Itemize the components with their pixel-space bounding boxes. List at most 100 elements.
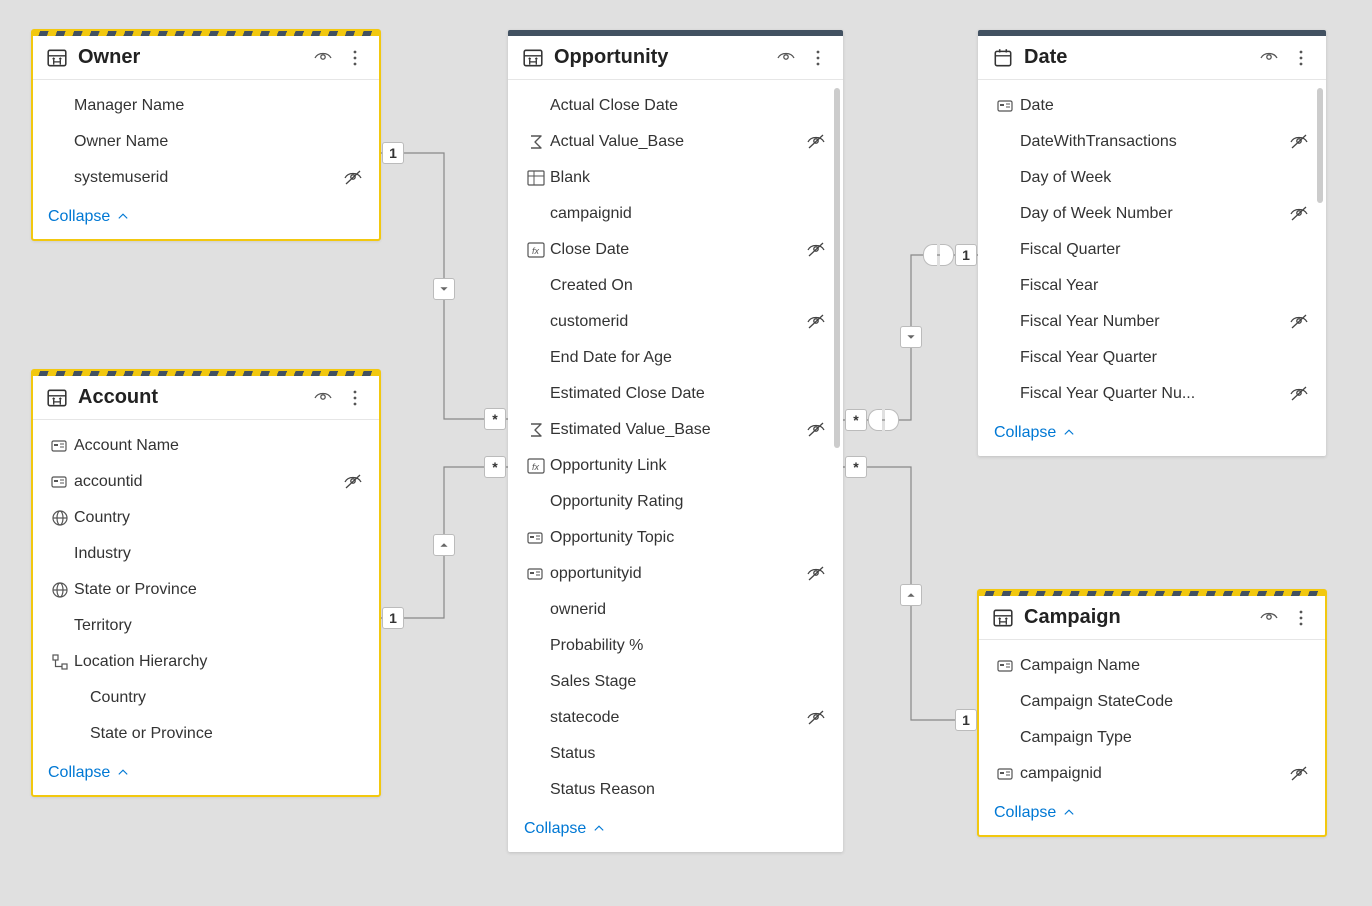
field-row[interactable]: State or Province [32, 572, 380, 608]
field-row[interactable]: systemuserid [32, 160, 380, 196]
model-canvas[interactable]: Owner Manager Name Owner Name systemuser… [0, 0, 1372, 906]
table-header[interactable]: Owner [32, 36, 380, 80]
filter-direction-down-icon[interactable] [900, 326, 922, 348]
field-row[interactable]: Fiscal Quarter [978, 232, 1326, 268]
table-title: Campaign [1024, 606, 1248, 629]
field-row[interactable]: Owner Name [32, 124, 380, 160]
field-row[interactable]: State or Province [32, 716, 380, 752]
field-row[interactable]: Country [32, 680, 380, 716]
field-row[interactable]: Location Hierarchy [32, 644, 380, 680]
visibility-icon[interactable] [312, 47, 334, 69]
filter-direction-up-icon[interactable] [900, 584, 922, 606]
cardinality-many: * [845, 409, 867, 431]
field-list: Actual Close Date Actual Value_Base Blan… [508, 80, 843, 812]
field-row[interactable]: Estimated Value_Base [508, 412, 843, 448]
field-list: Campaign Name Campaign StateCode Campaig… [978, 640, 1326, 796]
table-icon [46, 47, 68, 69]
key-icon [46, 472, 74, 492]
field-row[interactable]: Campaign Type [978, 720, 1326, 756]
table-date[interactable]: Date Date DateWithTransactions Day of We… [978, 30, 1326, 456]
table-header[interactable]: Date [978, 36, 1326, 80]
visibility-icon[interactable] [1258, 607, 1280, 629]
field-row[interactable]: Estimated Close Date [508, 376, 843, 412]
chevron-up-icon [592, 822, 606, 836]
table-header[interactable]: Campaign [978, 596, 1326, 640]
field-row[interactable]: opportunityid [508, 556, 843, 592]
field-row[interactable]: Day of Week Number [978, 196, 1326, 232]
field-row[interactable]: Territory [32, 608, 380, 644]
collapse-button[interactable]: Collapse [978, 416, 1326, 456]
field-row[interactable]: Country [32, 500, 380, 536]
field-row[interactable]: Industry [32, 536, 380, 572]
table-campaign[interactable]: Campaign Campaign Name Campaign StateCod… [978, 590, 1326, 836]
table-icon [522, 47, 544, 69]
key-icon [992, 96, 1020, 116]
table-opportunity[interactable]: Opportunity Actual Close Date Actual Val… [508, 30, 843, 852]
hidden-icon [1286, 132, 1312, 152]
field-row[interactable]: Fiscal Year Number [978, 304, 1326, 340]
chevron-up-icon [1062, 426, 1076, 440]
field-row[interactable]: Campaign Name [978, 648, 1326, 684]
field-row[interactable]: Close Date [508, 232, 843, 268]
cardinality-many: * [484, 408, 506, 430]
field-row[interactable]: Created On [508, 268, 843, 304]
field-row[interactable]: Opportunity Link [508, 448, 843, 484]
field-row[interactable]: accountid [32, 464, 380, 500]
key-icon [46, 436, 74, 456]
visibility-icon[interactable] [312, 387, 334, 409]
collapse-button[interactable]: Collapse [32, 756, 380, 796]
field-row[interactable]: Status Reason [508, 772, 843, 808]
table-header[interactable]: Account [32, 376, 380, 420]
field-row[interactable]: statecode [508, 700, 843, 736]
visibility-icon[interactable] [1258, 47, 1280, 69]
more-icon[interactable] [344, 387, 366, 409]
field-row[interactable]: campaignid [508, 196, 843, 232]
field-row[interactable]: Day of Week [978, 160, 1326, 196]
field-row[interactable]: Fiscal Year Quarter [978, 340, 1326, 376]
more-icon[interactable] [1290, 47, 1312, 69]
more-icon[interactable] [1290, 607, 1312, 629]
hidden-icon [340, 472, 366, 492]
field-row[interactable]: campaignid [978, 756, 1326, 792]
more-icon[interactable] [344, 47, 366, 69]
scrollbar[interactable] [1317, 88, 1323, 203]
field-row[interactable]: End Date for Age [508, 340, 843, 376]
field-row[interactable]: Probability % [508, 628, 843, 664]
table-icon [992, 607, 1014, 629]
field-row[interactable]: Campaign StateCode [978, 684, 1326, 720]
collapse-button[interactable]: Collapse [978, 796, 1326, 836]
chevron-up-icon [116, 210, 130, 224]
field-row[interactable]: Actual Value_Base [508, 124, 843, 160]
field-row[interactable]: Actual Close Date [508, 88, 843, 124]
filter-direction-up-icon[interactable] [433, 534, 455, 556]
scrollbar[interactable] [834, 88, 840, 448]
hidden-icon [340, 168, 366, 188]
table-header[interactable]: Opportunity [508, 36, 843, 80]
globe-icon [46, 580, 74, 600]
table-title: Date [1024, 46, 1248, 69]
relation-endpoint [923, 244, 937, 266]
field-row[interactable]: Date [978, 88, 1326, 124]
collapse-button[interactable]: Collapse [32, 200, 380, 240]
field-row[interactable]: Sales Stage [508, 664, 843, 700]
field-row[interactable]: Manager Name [32, 88, 380, 124]
table-account[interactable]: Account Account Name accountid Country I… [32, 370, 380, 796]
filter-direction-down-icon[interactable] [433, 278, 455, 300]
cardinality-many: * [845, 456, 867, 478]
collapse-button[interactable]: Collapse [508, 812, 843, 852]
field-row[interactable]: Opportunity Topic [508, 520, 843, 556]
table-title: Account [78, 386, 302, 409]
field-row[interactable]: Status [508, 736, 843, 772]
field-row[interactable]: ownerid [508, 592, 843, 628]
field-row[interactable]: Blank [508, 160, 843, 196]
field-row[interactable]: Fiscal Year [978, 268, 1326, 304]
field-row[interactable]: Account Name [32, 428, 380, 464]
field-row[interactable]: customerid [508, 304, 843, 340]
field-row[interactable]: Fiscal Year Quarter Nu... [978, 376, 1326, 412]
table-owner[interactable]: Owner Manager Name Owner Name systemuser… [32, 30, 380, 240]
field-row[interactable]: DateWithTransactions [978, 124, 1326, 160]
field-row[interactable]: Opportunity Rating [508, 484, 843, 520]
visibility-icon[interactable] [775, 47, 797, 69]
cardinality-one: 1 [382, 607, 404, 629]
more-icon[interactable] [807, 47, 829, 69]
